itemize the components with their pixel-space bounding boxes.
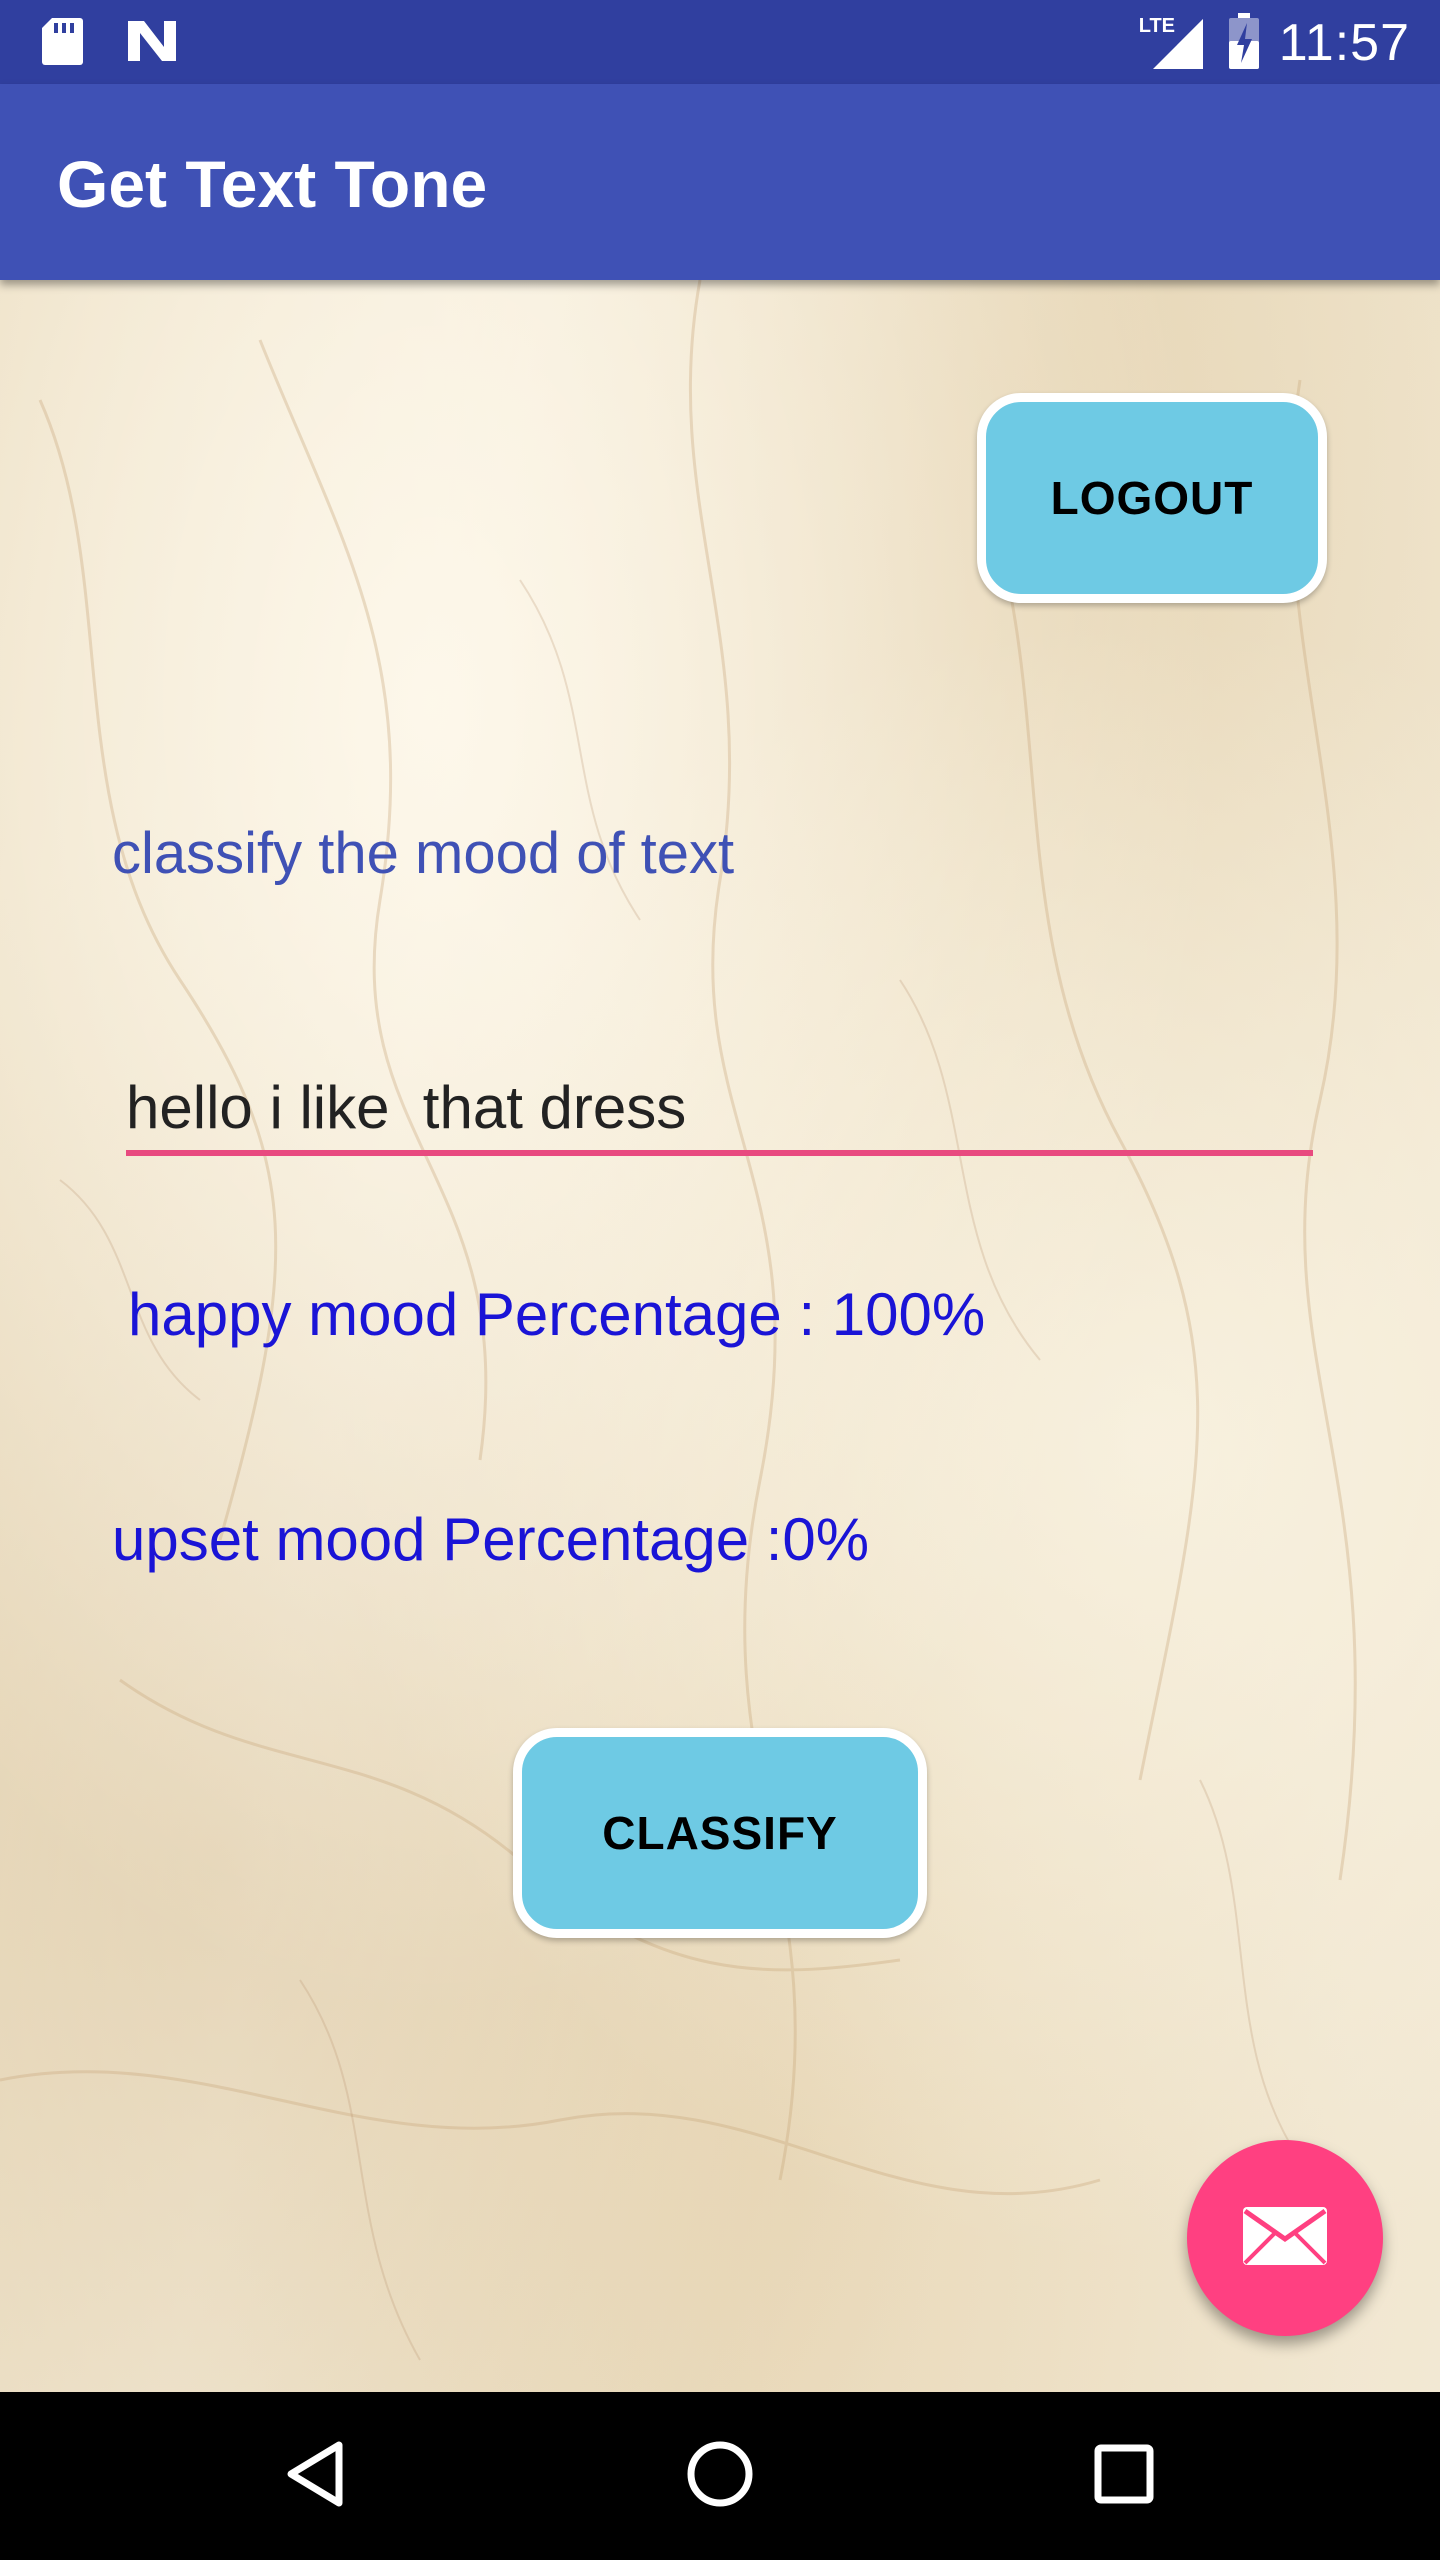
status-time: 11:57: [1278, 14, 1410, 72]
app-title: Get Text Tone: [57, 147, 488, 221]
sd-card-icon: [40, 16, 84, 71]
back-button[interactable]: [265, 2426, 365, 2526]
status-right-icons: LTE 11:57: [1137, 8, 1410, 78]
home-icon: [685, 2439, 755, 2514]
status-bar: LTE 11:57: [0, 0, 1440, 84]
happy-mood-result: happy mood Percentage : 100%: [128, 1281, 986, 1348]
main-content: LOGOUT classify the mood of text happy m…: [0, 280, 1440, 2392]
recents-button[interactable]: [1074, 2426, 1174, 2526]
upset-mood-result: upset mood Percentage :0%: [112, 1506, 870, 1573]
text-input[interactable]: [126, 1064, 1313, 1156]
navigation-bar: [0, 2392, 1440, 2560]
status-left-icons: [40, 16, 180, 71]
mail-fab-button[interactable]: [1187, 2140, 1383, 2336]
lte-signal-icon: LTE: [1137, 13, 1209, 73]
battery-charging-icon: [1227, 11, 1261, 76]
n-notification-icon: [124, 17, 180, 70]
logout-button[interactable]: LOGOUT: [977, 393, 1327, 603]
prompt-label: classify the mood of text: [112, 821, 735, 886]
app-bar: Get Text Tone: [0, 84, 1440, 280]
screen: LTE 11:57 Get Text Tone LOGOUT classify …: [0, 0, 1440, 2560]
back-icon: [283, 2439, 347, 2514]
classify-button[interactable]: CLASSIFY: [513, 1728, 927, 1938]
recents-icon: [1093, 2443, 1155, 2510]
home-button[interactable]: [670, 2426, 770, 2526]
mail-icon: [1241, 2205, 1329, 2272]
